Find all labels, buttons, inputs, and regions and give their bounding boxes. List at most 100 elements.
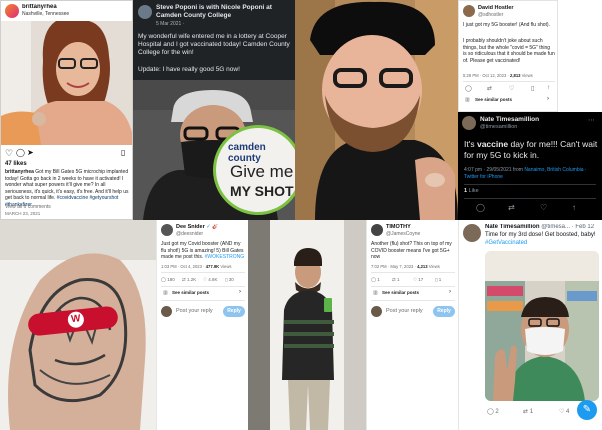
comments-link[interactable]: View all 6 comments <box>5 204 51 210</box>
bookmark-icon[interactable]: ▯ <box>531 85 534 92</box>
reply-stat[interactable]: ◯ 1 <box>371 277 380 283</box>
retweet-stat[interactable]: ⇄ 1.2K <box>182 277 196 283</box>
mirror-selfie-image <box>248 220 366 430</box>
likes-count[interactable]: 47 likes <box>5 161 27 167</box>
retweet-stat[interactable]: ⇄ 1 <box>523 408 533 415</box>
author-name[interactable]: Dee Snider ✓ 🎸 <box>176 224 246 230</box>
author-name[interactable]: Nate Timesamillion <box>485 224 540 230</box>
chart-icon: ▥ <box>163 290 168 296</box>
views-label: Views <box>219 264 232 269</box>
avatar[interactable] <box>371 224 383 236</box>
avatar[interactable] <box>161 224 173 236</box>
divider <box>161 286 245 287</box>
reply-stat[interactable]: ◯ 180 <box>161 277 175 283</box>
verified-icon: ✓ 🎸 <box>206 224 220 230</box>
tweet-text: Just got my Covid booster (AND my flu sh… <box>161 241 246 261</box>
tweet-place[interactable]: Nanaimo, British Columbia <box>524 167 583 173</box>
mirror-selfie-photo[interactable] <box>248 220 366 430</box>
retweet-icon[interactable]: ⇄ <box>487 85 492 92</box>
bookmark-icon[interactable]: ▯ <box>121 148 125 157</box>
reply-input[interactable]: Post your reply <box>176 308 213 314</box>
post-update: Update: I have really good 5G now! <box>138 66 240 73</box>
reply-icon[interactable]: ◯ <box>476 203 485 212</box>
share-icon[interactable]: ↑ <box>547 85 550 91</box>
retweet-count: 1.2K <box>187 277 197 282</box>
tattoo-arm-photo[interactable]: W <box>0 220 156 430</box>
post-photo[interactable] <box>1 21 132 145</box>
hashtag[interactable]: #GetVaccinated <box>485 240 527 246</box>
divider <box>463 81 555 82</box>
author-handle[interactable]: @deesnider <box>176 231 246 237</box>
author-name[interactable]: Nate Timesamillion <box>480 116 580 123</box>
sticker-line2: MY SHOT <box>230 183 294 199</box>
like-stat[interactable]: ♡ 17 <box>413 277 423 283</box>
reply-icon[interactable]: ◯ <box>465 85 472 92</box>
author-handle[interactable]: @sdhostler <box>478 12 548 18</box>
more-icon[interactable]: ⋯ <box>588 116 595 124</box>
share-icon[interactable]: ↑ <box>572 203 576 212</box>
heart-icon[interactable]: ♡ <box>509 85 514 92</box>
bookmark-stat[interactable]: ▯ 30 <box>225 277 234 283</box>
retweet-icon[interactable]: ⇄ <box>508 203 515 212</box>
tweet-timothy: TIMOTHY @JamesCoyne Another (flu) shot? … <box>366 220 458 430</box>
caption-user[interactable]: brittanyrhea <box>5 169 34 175</box>
tweet-text-pre: It's <box>464 139 477 149</box>
author-handle[interactable]: @timesamillion <box>480 124 580 130</box>
tweet-text-2: I probably shouldn't joke about such thi… <box>463 38 555 64</box>
post-header[interactable]: Steve Poponi is with Nicole Poponi at Ca… <box>156 4 291 20</box>
post-photo[interactable]: camden county Give me MY SHOT <box>133 80 295 220</box>
author-name[interactable]: David Hostler <box>478 5 548 11</box>
see-similar-posts[interactable]: See similar posts <box>382 290 419 295</box>
bearded-man-photo[interactable] <box>295 0 458 220</box>
like-stat[interactable]: ♡ 4.8K <box>203 277 218 283</box>
author-handle[interactable]: @JamesCoyne <box>386 231 456 237</box>
reply-input[interactable]: Post your reply <box>386 308 423 314</box>
views-count: 477.9K <box>205 264 220 269</box>
bookmark-stat[interactable]: ▯ 1 <box>435 277 441 283</box>
heart-icon[interactable]: ♡ <box>5 148 13 159</box>
reply-button[interactable]: Reply <box>223 306 245 317</box>
compose-icon[interactable]: ✎ <box>577 400 597 420</box>
avatar[interactable] <box>5 4 19 18</box>
chart-icon: ▥ <box>465 97 470 103</box>
comment-icon[interactable]: ◯ <box>16 148 25 157</box>
likes-label: Like <box>467 188 479 194</box>
retweet-stat[interactable]: ⇄ 1 <box>392 277 400 283</box>
tweet-text-bold: vaccine <box>476 139 509 149</box>
username[interactable]: brittanyrhea <box>22 4 122 10</box>
chevron-right-icon[interactable]: › <box>449 289 451 295</box>
author-name[interactable]: TIMOTHY <box>386 224 456 230</box>
chart-icon: ▥ <box>373 290 378 296</box>
avatar[interactable] <box>463 5 475 17</box>
tweet-meta: 7:02 PM · May 7, 2023 · 4,213 Views <box>371 264 457 269</box>
likes-count[interactable]: 1 Like <box>464 188 479 194</box>
like-stat[interactable]: ♡ 4 <box>559 408 569 415</box>
tweet-app[interactable]: Twitter for iPhone <box>464 174 503 180</box>
heart-icon[interactable]: ♡ <box>540 203 547 212</box>
avatar[interactable] <box>462 116 476 130</box>
avatar[interactable] <box>463 224 481 242</box>
share-icon[interactable]: ➤ <box>27 148 34 157</box>
like-count: 17 <box>418 277 424 282</box>
chevron-right-icon[interactable]: › <box>547 96 549 102</box>
tweet-photo[interactable] <box>485 251 599 401</box>
like-count: 4.8K <box>208 277 218 282</box>
tweet-meta: 5:28 PM · Oct 12, 2023 · 2,813 Views <box>463 73 557 78</box>
author-handle[interactable]: @timesa... <box>541 224 570 230</box>
tweet-time: 5:28 PM · Oct 12, 2023 · <box>463 73 511 78</box>
reply-stat[interactable]: ◯ 2 <box>487 408 499 415</box>
reply-button[interactable]: Reply <box>433 306 455 317</box>
chevron-right-icon[interactable]: › <box>239 289 241 295</box>
avatar[interactable] <box>138 5 152 19</box>
see-similar-posts[interactable]: See similar posts <box>172 290 209 295</box>
post-date: 5 Mar 2021 · <box>156 21 185 27</box>
reply-avatar <box>161 306 172 317</box>
reply-avatar <box>371 306 382 317</box>
divider <box>371 300 455 301</box>
reply-count: 1 <box>377 277 380 282</box>
location[interactable]: Nashville, Tennessee <box>22 11 122 17</box>
hashtag[interactable]: #WOKESTRONG <box>205 254 244 260</box>
see-similar-posts[interactable]: See similar posts <box>475 97 512 102</box>
tweet-time: 7:02 PM · May 7, 2023 · <box>371 264 418 269</box>
views-count: 2,813 <box>510 73 521 78</box>
